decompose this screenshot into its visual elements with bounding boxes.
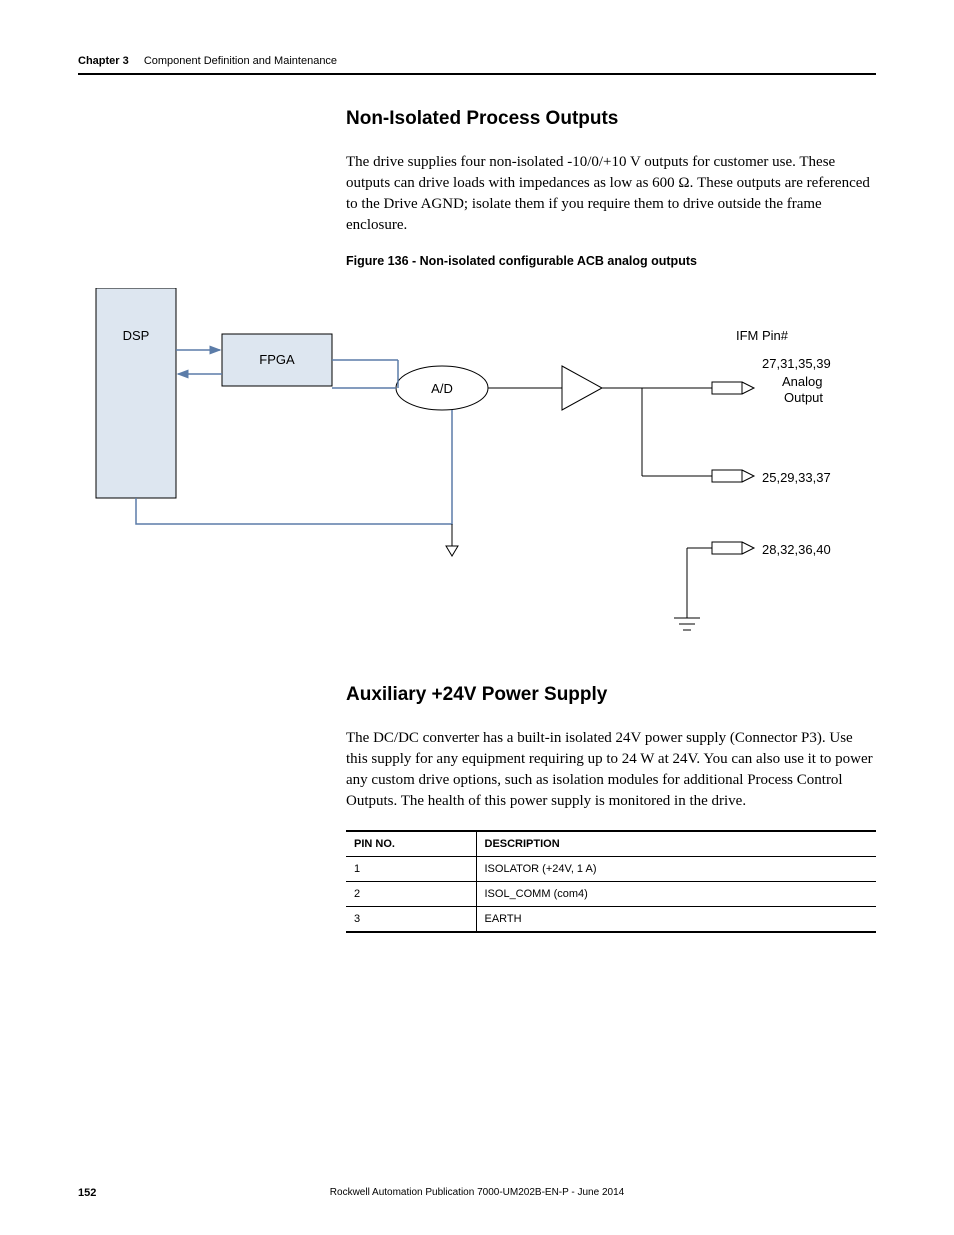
- pins-3: 28,32,36,40: [762, 542, 831, 557]
- pin-table: PIN NO. DESCRIPTION 1 ISOLATOR (+24V, 1 …: [346, 830, 876, 933]
- pins-2: 25,29,33,37: [762, 470, 831, 485]
- table-row: 3 EARTH: [346, 907, 876, 933]
- gnd-arrow-icon: [446, 546, 458, 556]
- table-row: 2 ISOL_COMM (com4): [346, 882, 876, 907]
- cell-desc: ISOL_COMM (com4): [476, 882, 876, 907]
- section-aux-24v: Auxiliary +24V Power Supply The DC/DC co…: [346, 684, 876, 933]
- table-row: 1 ISOLATOR (+24V, 1 A): [346, 857, 876, 882]
- ad-label: A/D: [431, 381, 453, 396]
- pin-arrow-2: [742, 470, 754, 482]
- pin-box-2: [712, 470, 742, 482]
- pins-1-label-a: Analog: [782, 374, 822, 389]
- table-header-pin: PIN NO.: [346, 831, 476, 857]
- heading-aux-24v: Auxiliary +24V Power Supply: [346, 684, 876, 706]
- cell-pin: 1: [346, 857, 476, 882]
- pin-box-3: [712, 542, 742, 554]
- chapter-label: Chapter 3: [78, 55, 129, 67]
- pin-arrow-3: [742, 542, 754, 554]
- publication-id: Rockwell Automation Publication 7000-UM2…: [78, 1187, 876, 1198]
- chapter-title: Component Definition and Maintenance: [144, 55, 337, 67]
- feedback-path: [136, 410, 452, 524]
- pins-1: 27,31,35,39: [762, 356, 831, 371]
- page-header: Chapter 3 Component Definition and Maint…: [78, 55, 876, 75]
- cell-desc: ISOLATOR (+24V, 1 A): [476, 857, 876, 882]
- dsp-box: [96, 288, 176, 498]
- paragraph-aux-24v: The DC/DC converter has a built-in isola…: [346, 728, 876, 812]
- heading-non-isolated: Non-Isolated Process Outputs: [346, 108, 876, 130]
- cell-pin: 3: [346, 907, 476, 933]
- cell-pin: 2: [346, 882, 476, 907]
- section-non-isolated: Non-Isolated Process Outputs The drive s…: [346, 108, 876, 278]
- amp-icon: [562, 366, 602, 410]
- cell-desc: EARTH: [476, 907, 876, 933]
- figure-caption: Figure 136 - Non-isolated configurable A…: [346, 254, 876, 268]
- pin-arrow-1: [742, 382, 754, 394]
- figure-diagram: DSP FPGA A/D IFM Pin# 27,31,35,39 Analog…: [82, 288, 872, 658]
- fpga-label: FPGA: [259, 352, 295, 367]
- pins-1-label-b: Output: [784, 390, 823, 405]
- ifm-label: IFM Pin#: [736, 328, 789, 343]
- dsp-label: DSP: [123, 328, 150, 343]
- table-header-desc: DESCRIPTION: [476, 831, 876, 857]
- page-footer: 152 Rockwell Automation Publication 7000…: [78, 1187, 876, 1199]
- paragraph-non-isolated: The drive supplies four non-isolated -10…: [346, 152, 876, 236]
- pin-box-1: [712, 382, 742, 394]
